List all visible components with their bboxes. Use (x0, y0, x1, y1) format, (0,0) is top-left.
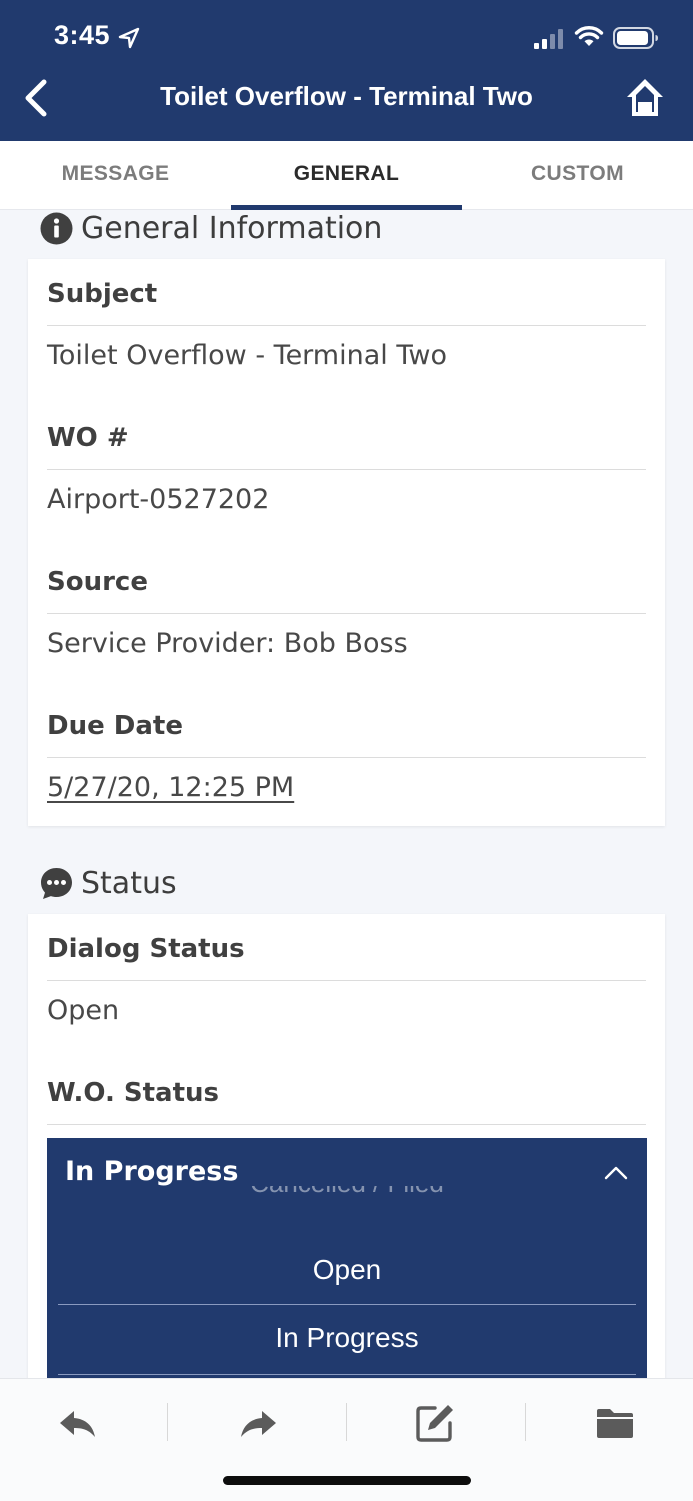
divider (47, 757, 646, 758)
subject-value: Toilet Overflow - Terminal Two (47, 340, 447, 371)
wo-status-label: W.O. Status (47, 1078, 220, 1108)
toolbar-divider (346, 1403, 347, 1441)
tab-bar: MESSAGE GENERAL CUSTOM (0, 141, 693, 210)
subject-label: Subject (47, 279, 158, 309)
status-section-title: Status (81, 865, 177, 901)
general-section-title: General Information (81, 210, 383, 246)
battery-icon (613, 27, 658, 49)
app-header: 3:45 Toilet Overflow - Terminal Two (0, 0, 693, 141)
picker-option-in-progress[interactable]: In Progress (47, 1322, 647, 1354)
folder-icon[interactable] (593, 1401, 637, 1445)
home-icon[interactable] (624, 76, 666, 120)
dialog-status-value: Open (47, 995, 120, 1026)
wo-number-value: Airport-0527202 (47, 484, 270, 515)
source-label: Source (47, 567, 148, 597)
dialog-status-label: Dialog Status (47, 934, 245, 964)
compose-icon[interactable] (413, 1401, 457, 1445)
general-section-header: General Information (40, 210, 382, 246)
tab-custom[interactable]: CUSTOM (462, 141, 693, 209)
tab-general[interactable]: GENERAL (231, 141, 462, 209)
wo-status-selected[interactable]: In Progress (65, 1156, 238, 1187)
back-chevron-icon[interactable] (20, 78, 54, 118)
tab-message[interactable]: MESSAGE (0, 141, 231, 209)
general-info-card: Subject Toilet Overflow - Terminal Two W… (28, 259, 665, 826)
due-date-label: Due Date (47, 711, 183, 741)
picker-divider (58, 1304, 636, 1305)
divider (47, 613, 646, 614)
picker-option-cancelled[interactable]: Cancelled / Filed (47, 1186, 647, 1222)
divider (47, 469, 646, 470)
divider (47, 1124, 646, 1125)
home-indicator (223, 1476, 471, 1485)
status-card: Dialog Status Open W.O. Status In Progre… (28, 914, 665, 1384)
location-arrow-icon (118, 27, 140, 49)
wifi-icon (574, 26, 604, 46)
divider (47, 325, 646, 326)
wo-status-dropdown[interactable]: In Progress Cancelled / Filed Open In Pr… (47, 1138, 647, 1384)
chevron-up-icon[interactable] (603, 1162, 629, 1184)
picker-option-open[interactable]: Open (47, 1254, 647, 1286)
wo-number-label: WO # (47, 423, 129, 453)
divider (47, 980, 646, 981)
info-icon (40, 212, 73, 244)
due-date-link[interactable]: 5/27/20, 12:25 PM (47, 772, 294, 803)
picker-divider (58, 1374, 636, 1375)
toolbar-divider (167, 1403, 168, 1441)
chat-bubble-icon (41, 867, 72, 899)
source-value: Service Provider: Bob Boss (47, 628, 408, 659)
toolbar-divider (525, 1403, 526, 1441)
forward-icon[interactable] (236, 1401, 280, 1445)
status-time: 3:45 (54, 20, 111, 50)
cellular-signal-icon (534, 29, 563, 49)
reply-icon[interactable] (56, 1401, 100, 1445)
status-section-header: Status (40, 865, 177, 901)
page-title: Toilet Overflow - Terminal Two (160, 81, 533, 111)
